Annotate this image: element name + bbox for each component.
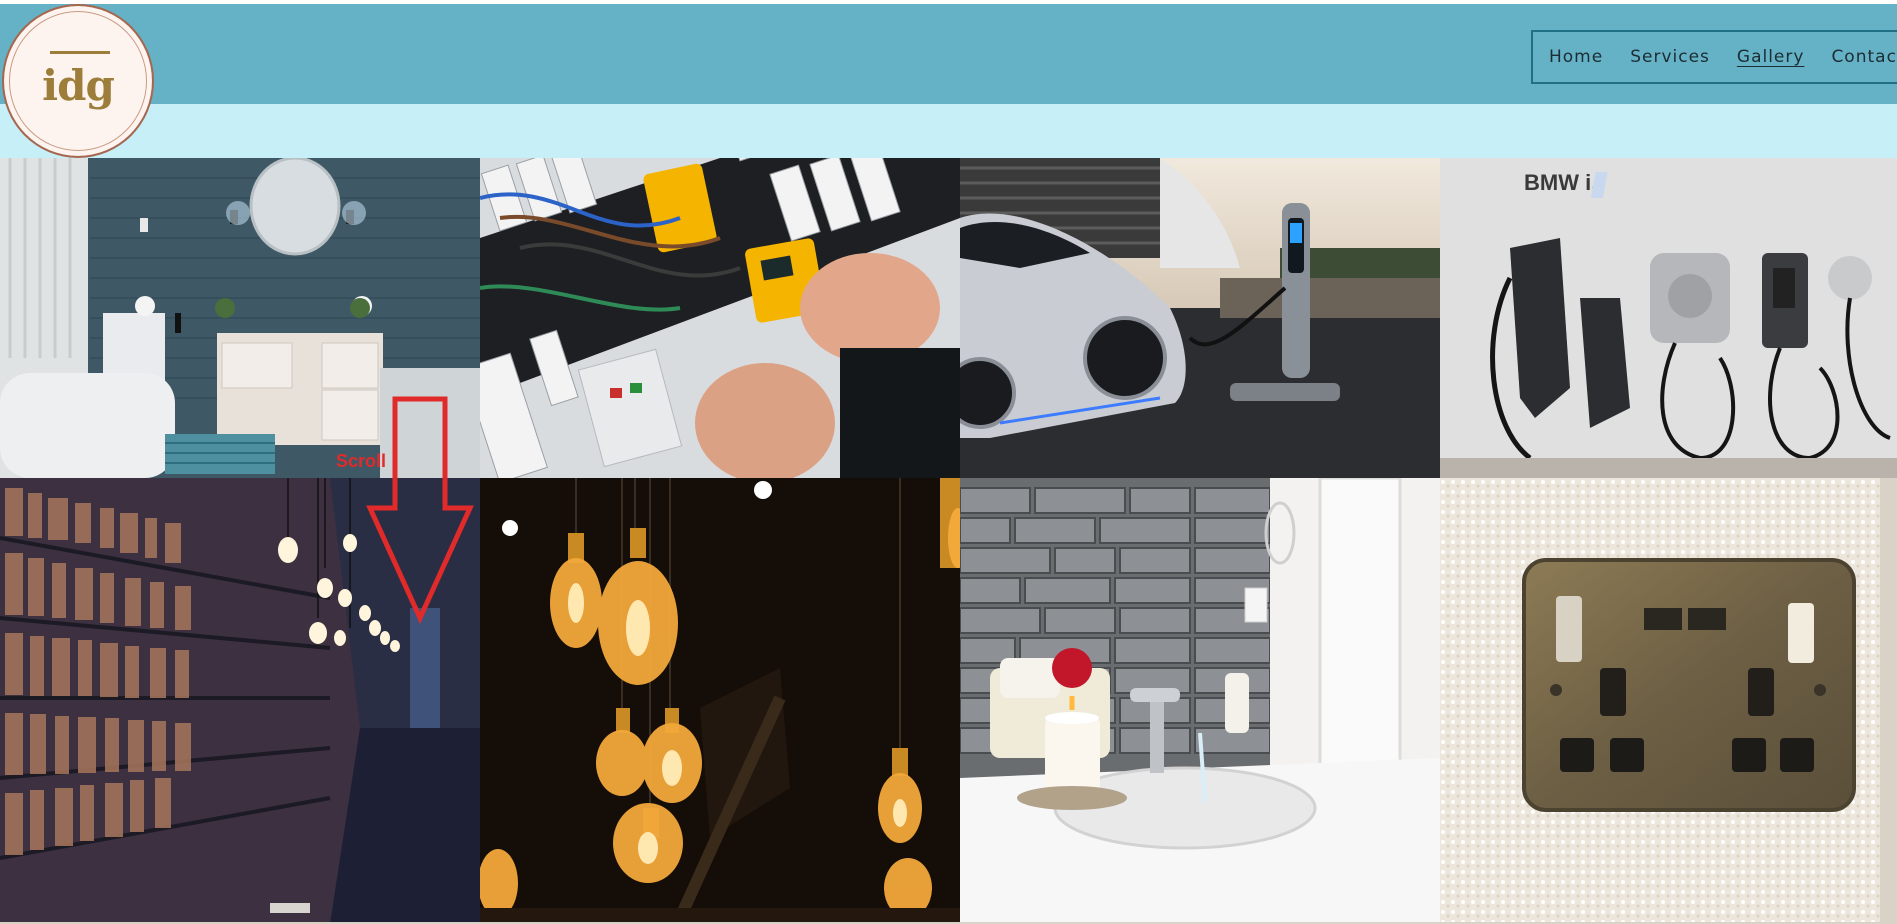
- gallery-image-wall-socket[interactable]: [1440, 478, 1897, 924]
- gallery-image-electrical-panel[interactable]: [480, 158, 960, 478]
- bmw-wall-label: BMW i.: [1524, 170, 1597, 195]
- scroll-hint-label: Scroll: [336, 451, 387, 471]
- nav-contact-link[interactable]: Contact: [1831, 47, 1897, 67]
- nav-gallery-link[interactable]: Gallery: [1737, 47, 1805, 67]
- gallery-image-library[interactable]: [0, 478, 480, 924]
- gallery-image-wall-chargers[interactable]: BMW i.: [1440, 158, 1897, 478]
- gallery-image-ev-car-charging[interactable]: [960, 158, 1440, 478]
- logo-text: idg: [42, 60, 115, 110]
- nav-home-link[interactable]: Home: [1549, 47, 1603, 67]
- logo-rule: [50, 51, 110, 54]
- header-subband: [0, 104, 1897, 158]
- nav-services-link[interactable]: Services: [1630, 47, 1710, 67]
- gallery-image-edison-bulbs[interactable]: [480, 478, 960, 924]
- gallery-grid: BMW i.: [0, 158, 1897, 924]
- site-logo[interactable]: idg: [2, 4, 154, 158]
- gallery-image-bathroom[interactable]: [0, 158, 480, 478]
- gallery-image-bathroom-sink[interactable]: [960, 478, 1440, 924]
- main-nav: Home Services Gallery Contact: [1531, 30, 1897, 84]
